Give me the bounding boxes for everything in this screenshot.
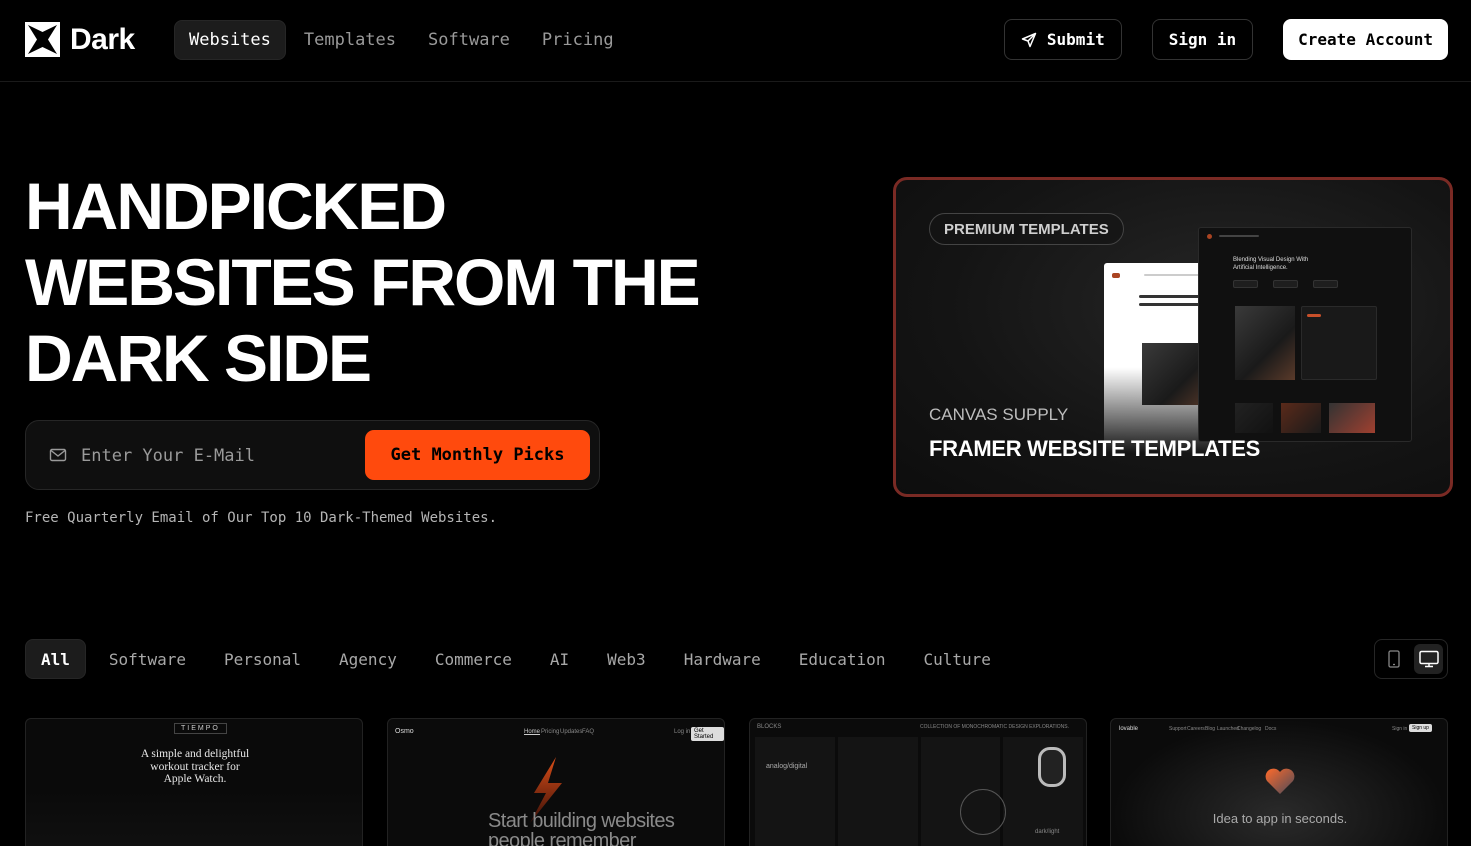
card-headline: Idea to app in seconds. — [1212, 811, 1348, 826]
mock-heading: Blending Visual Design With Artificial I… — [1233, 257, 1309, 271]
promo-subtitle: CANVAS SUPPLY — [929, 405, 1069, 424]
card-footer: dark/light — [1035, 829, 1060, 835]
nav-websites[interactable]: Websites — [174, 20, 286, 60]
newsletter-note: Free Quarterly Email of Our Top 10 Dark-… — [25, 510, 498, 526]
mobile-icon — [1387, 650, 1400, 668]
card-signup: Sign up — [1409, 724, 1432, 732]
get-monthly-picks-button[interactable]: Get Monthly Picks — [365, 430, 590, 480]
nav-templates[interactable]: Templates — [290, 20, 410, 60]
filter-ai[interactable]: AI — [535, 639, 584, 679]
card-nav-item: Blog — [1205, 726, 1216, 732]
hero-title-line: DARK SIDE — [25, 321, 372, 395]
card-tag: analog/digital — [766, 763, 808, 770]
card-headline: COLLECTION OF MONOCHROMATIC DESIGN EXPLO… — [920, 724, 1069, 730]
email-input[interactable] — [81, 438, 361, 474]
website-card-tiempo[interactable]: TIEMPO A simple and delightful workout t… — [25, 718, 363, 846]
filter-commerce[interactable]: Commerce — [420, 639, 527, 679]
hero-title-line: HANDPICKED — [25, 169, 447, 243]
heart-icon — [1265, 768, 1295, 794]
submit-label: Submit — [1046, 30, 1105, 49]
nav-actions: Submit Sign in Create Account — [1003, 19, 1448, 60]
filter-agency[interactable]: Agency — [324, 639, 412, 679]
filter-culture[interactable]: Culture — [908, 639, 1005, 679]
filter-personal[interactable]: Personal — [209, 639, 316, 679]
promo-card[interactable]: Blending Visual Design With Artificial I… — [893, 177, 1453, 497]
logo[interactable]: Dark — [25, 22, 135, 57]
nav-pricing[interactable]: Pricing — [528, 20, 628, 60]
sign-in-button[interactable]: Sign in — [1151, 19, 1254, 60]
view-toggle — [1374, 639, 1448, 679]
hero-title-line: WEBSITES FROM THE — [25, 245, 701, 319]
website-card-lovable[interactable]: lovable Support Careers Blog Launched Ch… — [1110, 718, 1448, 846]
filter-software[interactable]: Software — [94, 639, 201, 679]
promo-title: FRAMER WEBSITE TEMPLATES — [929, 436, 1260, 461]
card-nav-item: Pricing — [541, 729, 560, 735]
main-nav: Websites Templates Software Pricing — [174, 20, 632, 60]
nav-software[interactable]: Software — [414, 20, 524, 60]
filter-all[interactable]: All — [25, 639, 86, 679]
website-card-osmo[interactable]: Osmo Home Pricing Updates FAQ Log in Get… — [387, 718, 725, 846]
card-nav-item: Changelog — [1237, 726, 1262, 732]
mobile-view-button[interactable] — [1379, 644, 1408, 674]
card-signin: Sign in — [1392, 726, 1408, 732]
desktop-view-button[interactable] — [1414, 644, 1443, 674]
premium-templates-badge: PREMIUM TEMPLATES — [929, 213, 1124, 245]
card-brand: BLOCKS — [757, 724, 782, 730]
filter-hardware[interactable]: Hardware — [669, 639, 776, 679]
card-nav-item: FAQ — [582, 729, 595, 735]
brand-name: Dark — [70, 22, 135, 56]
card-cta: Get Started — [691, 727, 724, 741]
filter-education[interactable]: Education — [784, 639, 901, 679]
create-account-button[interactable]: Create Account — [1283, 19, 1448, 60]
send-icon — [1021, 32, 1037, 47]
top-nav: Dark Websites Templates Software Pricing… — [0, 0, 1471, 82]
card-login: Log in — [674, 729, 691, 735]
card-nav-item: Support — [1169, 726, 1187, 732]
logo-mark-icon — [25, 22, 60, 57]
category-filters: All Software Personal Agency Commerce AI… — [25, 639, 1014, 679]
newsletter-form: Get Monthly Picks — [25, 420, 600, 490]
hero-title: HANDPICKED WEBSITES FROM THE DARK SIDE — [25, 168, 725, 396]
card-nav-item: Launched — [1217, 726, 1239, 732]
submit-button[interactable]: Submit — [1003, 19, 1122, 60]
desktop-icon — [1418, 650, 1439, 668]
card-brand: Osmo — [395, 728, 414, 735]
camera-graphic-icon — [1038, 747, 1066, 787]
template-preview-dark: Blending Visual Design With Artificial I… — [1198, 227, 1412, 442]
card-nav-item: Updates — [560, 729, 583, 735]
filter-web3[interactable]: Web3 — [592, 639, 661, 679]
card-nav-item: Docs — [1265, 726, 1277, 732]
card-brand: lovable — [1119, 726, 1139, 732]
card-nav-item: Careers — [1187, 726, 1205, 732]
mail-icon — [49, 448, 67, 462]
card-headline: Start building websites people remember — [488, 810, 675, 846]
card-headline: A simple and delightful workout tracker … — [140, 748, 250, 785]
card-nav-item: Home — [524, 729, 541, 735]
website-card-blocks[interactable]: BLOCKS COLLECTION OF MONOCHROMATIC DESIG… — [749, 718, 1087, 846]
card-brand: TIEMPO — [174, 723, 227, 734]
circle-graphic-icon — [960, 789, 1006, 835]
